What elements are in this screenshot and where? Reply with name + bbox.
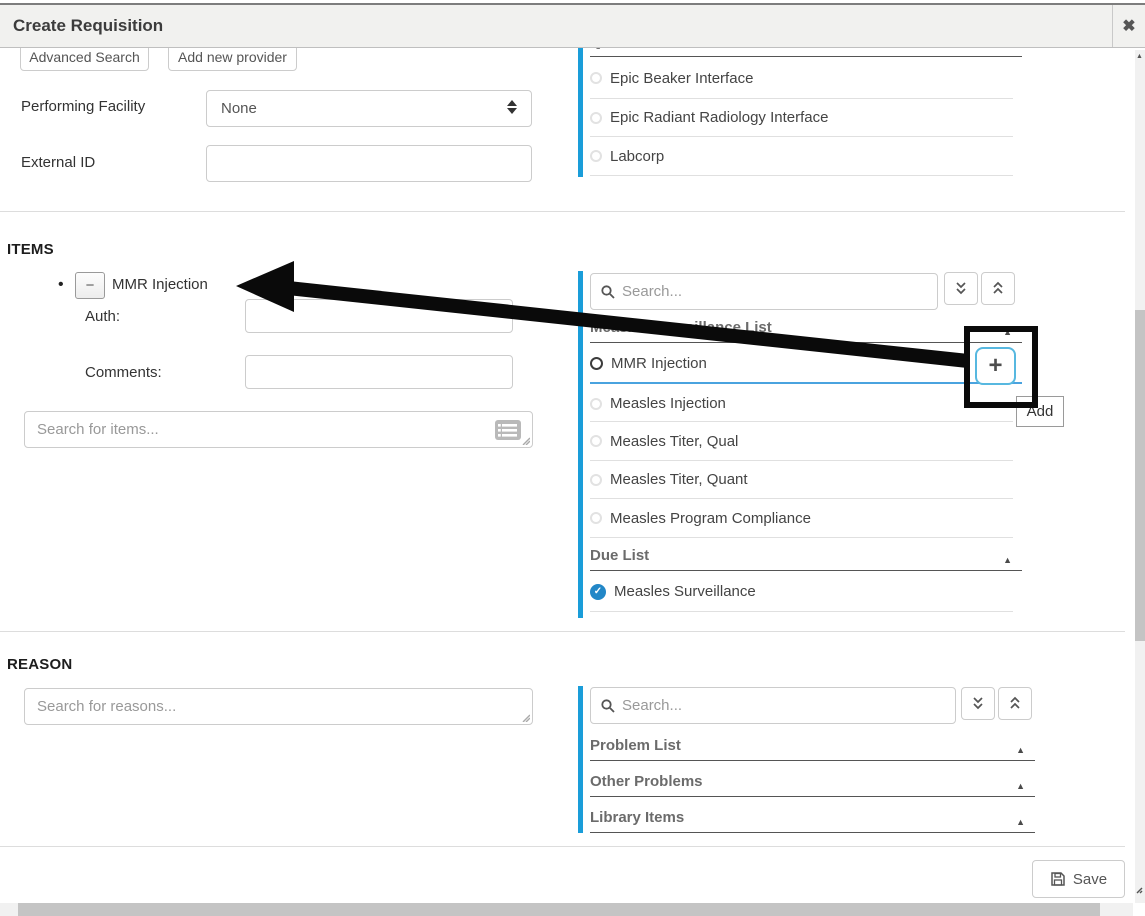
selected-check-icon: ✓ [590,584,606,600]
close-button[interactable]: ✖ [1112,5,1145,47]
list-item-selected[interactable]: ✓ Measles Surveillance [590,572,1013,612]
comments-label: Comments: [85,364,162,381]
list-item-label: MMR Injection [611,355,707,372]
items-search-placeholder: Search for items... [37,421,159,438]
collapse-caret-icon: ▲ [1003,555,1012,565]
search-placeholder: Search... [622,697,682,714]
group-header[interactable]: Other Problems ▲ [590,764,1035,797]
search-icon [601,699,615,713]
list-item-label: Labcorp [610,148,664,165]
modal-header: Create Requisition ✖ [0,5,1145,48]
list-item-label: Epic Beaker Interface [610,70,753,87]
list-item[interactable]: Epic Radiant Radiology Interface [590,99,1013,137]
group-header[interactable]: Problem List ▲ [590,728,1035,761]
comments-field[interactable] [245,355,513,389]
radio-icon [590,357,603,370]
reason-section-title: REASON [7,656,72,673]
annotation-highlight-box [964,326,1038,408]
resize-grip-icon[interactable] [521,713,530,722]
list-item[interactable]: Measles Titer, Qual [590,422,1013,461]
group-header-label: Due List [590,547,649,570]
list-item[interactable]: Measles Injection [590,386,1013,422]
expand-all-button[interactable] [961,687,995,720]
resize-grip-icon[interactable] [521,436,530,445]
radio-icon [590,112,602,124]
modal-top-border [0,3,1145,5]
close-icon: ✖ [1122,16,1135,36]
radio-icon [590,72,602,84]
chevron-double-up-icon [1008,696,1022,711]
chevron-double-down-icon [954,281,968,296]
radio-icon [590,150,602,162]
quick-list-accent-bar [578,48,583,177]
performing-facility-select[interactable]: None [206,90,532,127]
save-button[interactable]: Save [1032,860,1125,898]
list-item[interactable]: Epic Beaker Interface [590,58,1013,99]
radio-icon [590,435,602,447]
group-header-label: Measles Surveillance List [590,319,772,342]
chevron-double-down-icon [971,696,985,711]
list-item-label: Measles Injection [610,395,726,412]
bullet-icon: • [58,276,64,294]
reason-panel-search-input[interactable]: Search... [590,687,956,724]
section-divider [0,631,1125,632]
items-section-title: ITEMS [7,241,54,258]
selected-item-name: MMR Injection [112,276,208,293]
modal-title: Create Requisition [0,16,163,36]
external-id-label: External ID [21,154,95,171]
expand-all-button[interactable] [944,272,978,305]
save-button-label: Save [1073,871,1107,888]
item-list-icon[interactable] [494,419,522,441]
items-panel-accent-bar [578,271,583,618]
reason-panel-accent-bar [578,686,583,833]
radio-icon [590,398,602,410]
select-arrows-icon [507,100,517,114]
reasons-search-input[interactable]: Search for reasons... [24,688,533,725]
performing-facility-label: Performing Facility [21,98,145,115]
collapse-all-button[interactable] [981,272,1015,305]
vertical-scrollbar-thumb[interactable] [1135,310,1145,641]
list-item[interactable]: Measles Program Compliance [590,499,1013,538]
list-item[interactable]: Measles Titer, Quant [590,461,1013,499]
scroll-up-arrow-icon[interactable]: ▲ [1136,53,1143,60]
performing-facility-value: None [221,100,257,117]
group-header-label: Other Problems [590,773,703,796]
list-item-label: Measles Titer, Quant [610,471,748,488]
radio-icon [590,512,602,524]
group-header[interactable]: Library Items ▲ [590,800,1035,833]
list-item-label: Epic Radiant Radiology Interface [610,109,828,126]
external-id-field[interactable] [206,145,532,182]
vertical-scrollbar[interactable]: ▲ [1135,50,1145,903]
footer-divider [0,846,1125,847]
save-icon [1050,871,1066,887]
remove-item-button[interactable]: − [75,272,105,299]
radio-icon [590,474,602,486]
group-header-label: Library Items [590,809,684,832]
create-requisition-modal: Advanced Search Add new provider Quick L… [0,0,1145,916]
group-header[interactable]: Due List ▲ [590,540,1022,571]
items-panel-search-input[interactable]: Search... [590,273,938,310]
list-item-label: Measles Program Compliance [610,510,811,527]
reasons-search-placeholder: Search for reasons... [37,698,176,715]
section-divider [0,211,1125,212]
collapse-caret-icon: ▲ [1016,817,1025,827]
horizontal-scrollbar[interactable] [0,903,1133,916]
auth-label: Auth: [85,308,120,325]
list-item-highlighted[interactable]: MMR Injection [590,344,1022,384]
items-search-input[interactable]: Search for items... [24,411,533,448]
list-item-label: Measles Titer, Qual [610,433,738,450]
group-header-label: Problem List [590,737,681,760]
auth-field[interactable] [245,299,513,333]
list-item[interactable]: Labcorp [590,137,1013,176]
search-placeholder: Search... [622,283,682,300]
collapse-caret-icon: ▲ [1016,781,1025,791]
group-header[interactable]: Measles Surveillance List ▲ [590,318,1022,343]
collapse-caret-icon: ▲ [1016,745,1025,755]
horizontal-scrollbar-thumb[interactable] [18,903,1100,916]
window-resize-grip-icon[interactable] [1134,885,1143,894]
chevron-double-up-icon [991,281,1005,296]
list-item-label: Measles Surveillance [614,583,756,600]
collapse-all-button[interactable] [998,687,1032,720]
search-icon [601,285,615,299]
